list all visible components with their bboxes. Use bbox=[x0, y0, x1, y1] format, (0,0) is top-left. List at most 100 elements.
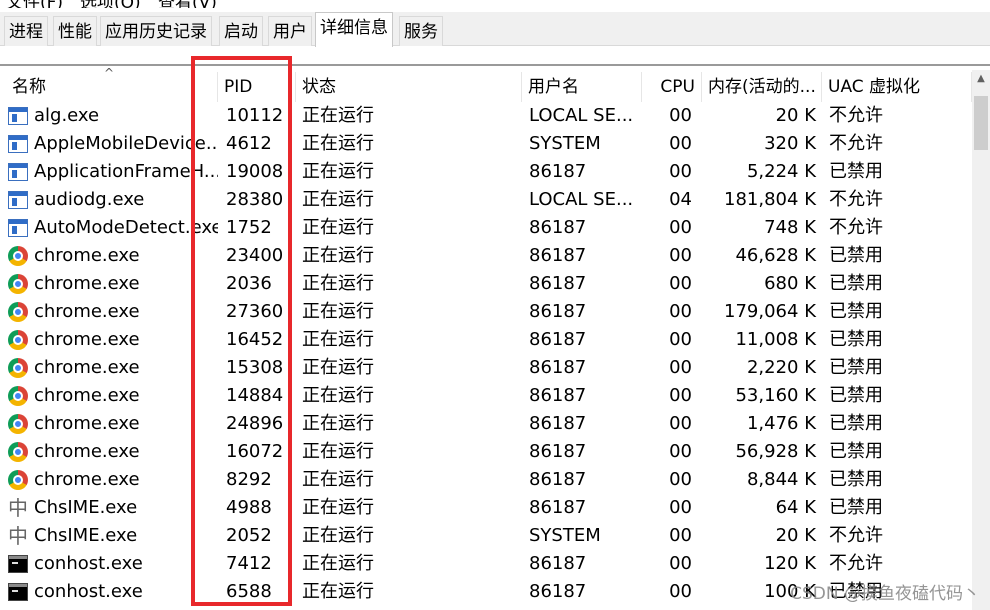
cell-memory: 46,628 K bbox=[735, 245, 816, 266]
cell-user: 86187 bbox=[529, 497, 587, 518]
cell-name: chrome.exe bbox=[34, 357, 140, 378]
cell-uac: 已禁用 bbox=[829, 329, 883, 350]
table-row[interactable]: conhost.exe 7412 正在运行 86187 00 120 K 不允许 bbox=[0, 550, 972, 578]
column-header-cpu[interactable]: CPU bbox=[642, 72, 702, 102]
cell-user: 86187 bbox=[529, 301, 587, 322]
chrome-icon bbox=[8, 302, 28, 322]
cell-status: 正在运行 bbox=[302, 161, 374, 182]
column-header-username[interactable]: 用户名 bbox=[522, 72, 642, 102]
cell-memory: 181,804 K bbox=[724, 189, 816, 210]
cell-user: SYSTEM bbox=[529, 133, 601, 154]
cell-user: 86187 bbox=[529, 161, 587, 182]
cell-status: 正在运行 bbox=[302, 581, 374, 602]
table-row[interactable]: chrome.exe 14884 正在运行 86187 00 53,160 K 已禁用 bbox=[0, 382, 972, 410]
tab-details[interactable]: 详细信息 bbox=[315, 12, 393, 47]
cell-status: 正在运行 bbox=[302, 441, 374, 462]
cell-memory: 53,160 K bbox=[735, 385, 816, 406]
menu-file[interactable]: 文件(F) bbox=[6, 0, 63, 8]
tab-bar: 进程 性能 应用历史记录 启动 用户 详细信息 服务 bbox=[0, 12, 990, 47]
table-row[interactable]: AutoModeDetect.exe 1752 正在运行 86187 00 748 K 不允… bbox=[0, 214, 972, 242]
cell-uac: 不允许 bbox=[829, 525, 883, 546]
column-header-status[interactable]: 状态 bbox=[296, 72, 522, 102]
tab-performance[interactable]: 性能 bbox=[53, 16, 97, 46]
table-row[interactable]: chrome.exe 23400 正在运行 86187 00 46,628 K 已禁用 bbox=[0, 242, 972, 270]
cell-pid: 15308 bbox=[226, 357, 284, 378]
scroll-thumb[interactable] bbox=[974, 96, 988, 150]
cell-uac: 不允许 bbox=[829, 133, 883, 154]
cell-user: LOCAL SE... bbox=[529, 189, 634, 210]
table-row[interactable]: audiodg.exe 28380 正在运行 LOCAL SE... 04 181,804… bbox=[0, 186, 972, 214]
cell-name: chrome.exe bbox=[34, 301, 140, 322]
tab-users[interactable]: 用户 bbox=[268, 16, 312, 46]
cell-name: ChsIME.exe bbox=[34, 497, 138, 518]
cell-pid: 8292 bbox=[226, 469, 272, 490]
ime-icon: 中 bbox=[8, 496, 28, 520]
cell-name: chrome.exe bbox=[34, 385, 140, 406]
cell-pid: 6588 bbox=[226, 581, 272, 602]
cell-name: chrome.exe bbox=[34, 329, 140, 350]
cell-memory: 680 K bbox=[764, 273, 816, 294]
window-app-icon bbox=[8, 219, 28, 237]
chrome-icon bbox=[8, 414, 28, 434]
column-header-uac[interactable]: UAC 虚拟化 bbox=[822, 72, 972, 102]
table-row[interactable]: chrome.exe 27360 正在运行 86187 00 179,064 K 已禁用 bbox=[0, 298, 972, 326]
cell-status: 正在运行 bbox=[302, 217, 374, 238]
table-row[interactable]: chrome.exe 8292 正在运行 86187 00 8,844 K 已禁用 bbox=[0, 466, 972, 494]
cell-cpu: 00 bbox=[669, 553, 692, 574]
table-row[interactable]: chrome.exe 24896 正在运行 86187 00 1,476 K 已禁用 bbox=[0, 410, 972, 438]
column-header-name[interactable]: 名称 bbox=[6, 72, 218, 102]
vertical-scrollbar[interactable]: ▲ bbox=[972, 70, 990, 610]
cell-cpu: 00 bbox=[669, 413, 692, 434]
table-row[interactable]: chrome.exe 15308 正在运行 86187 00 2,220 K 已禁用 bbox=[0, 354, 972, 382]
cell-name: ApplicationFrameH... bbox=[34, 161, 218, 182]
tab-app-history[interactable]: 应用历史记录 bbox=[100, 16, 212, 46]
cell-status: 正在运行 bbox=[302, 105, 374, 126]
table-row[interactable]: chrome.exe 16452 正在运行 86187 00 11,008 K 已禁用 bbox=[0, 326, 972, 354]
cell-status: 正在运行 bbox=[302, 189, 374, 210]
table-row[interactable]: chrome.exe 16072 正在运行 86187 00 56,928 K 已禁用 bbox=[0, 438, 972, 466]
cell-cpu: 00 bbox=[669, 161, 692, 182]
cell-uac: 不允许 bbox=[829, 189, 883, 210]
cell-uac: 已禁用 bbox=[829, 161, 883, 182]
cell-memory: 179,064 K bbox=[724, 301, 816, 322]
tab-services[interactable]: 服务 bbox=[399, 16, 443, 46]
cell-uac: 已禁用 bbox=[829, 357, 883, 378]
cell-name: conhost.exe bbox=[34, 553, 143, 574]
watermark: CSDN @摸鱼夜磕代码丶 bbox=[790, 584, 980, 604]
cell-memory: 8,844 K bbox=[746, 469, 816, 490]
cell-user: 86187 bbox=[529, 385, 587, 406]
tab-startup[interactable]: 启动 bbox=[219, 16, 263, 46]
tab-processes[interactable]: 进程 bbox=[4, 16, 48, 46]
cell-memory: 20 K bbox=[775, 525, 816, 546]
column-header-pid[interactable]: PID bbox=[218, 72, 296, 102]
cell-status: 正在运行 bbox=[302, 497, 374, 518]
cell-name: chrome.exe bbox=[34, 469, 140, 490]
menu-view[interactable]: 查看(V) bbox=[158, 0, 217, 8]
cell-uac: 已禁用 bbox=[829, 441, 883, 462]
table-row[interactable]: 中 ChsIME.exe 2052 正在运行 SYSTEM 00 20 K 不允许 bbox=[0, 522, 972, 550]
menu-bar: 文件(F) 选项(O) 查看(V) bbox=[0, 0, 990, 8]
table-row[interactable]: alg.exe 10112 正在运行 LOCAL SE... 00 20 K 不允许 bbox=[0, 102, 972, 130]
cell-user: 86187 bbox=[529, 553, 587, 574]
cell-cpu: 00 bbox=[669, 245, 692, 266]
column-header-memory[interactable]: 内存(活动的... bbox=[702, 72, 822, 102]
chrome-icon bbox=[8, 246, 28, 266]
cell-name: conhost.exe bbox=[34, 581, 143, 602]
scroll-up-icon[interactable]: ▲ bbox=[972, 70, 990, 88]
cell-memory: 5,224 K bbox=[746, 161, 816, 182]
cell-status: 正在运行 bbox=[302, 301, 374, 322]
table-row[interactable]: ApplicationFrameH... 19008 正在运行 86187 00 5,22… bbox=[0, 158, 972, 186]
cell-cpu: 00 bbox=[669, 385, 692, 406]
cell-uac: 已禁用 bbox=[829, 469, 883, 490]
cell-pid: 2036 bbox=[226, 273, 272, 294]
menu-options[interactable]: 选项(O) bbox=[80, 0, 141, 8]
cell-name: AutoModeDetect.exe bbox=[34, 217, 218, 238]
table-row[interactable]: AppleMobileDevice... 4612 正在运行 SYSTEM 00 320 … bbox=[0, 130, 972, 158]
console-icon bbox=[8, 583, 28, 601]
table-row[interactable]: 中 ChsIME.exe 4988 正在运行 86187 00 64 K 已禁用 bbox=[0, 494, 972, 522]
cell-pid: 14884 bbox=[226, 385, 284, 406]
cell-pid: 28380 bbox=[226, 189, 284, 210]
cell-uac: 已禁用 bbox=[829, 245, 883, 266]
cell-name: alg.exe bbox=[34, 105, 100, 126]
table-row[interactable]: chrome.exe 2036 正在运行 86187 00 680 K 已禁用 bbox=[0, 270, 972, 298]
